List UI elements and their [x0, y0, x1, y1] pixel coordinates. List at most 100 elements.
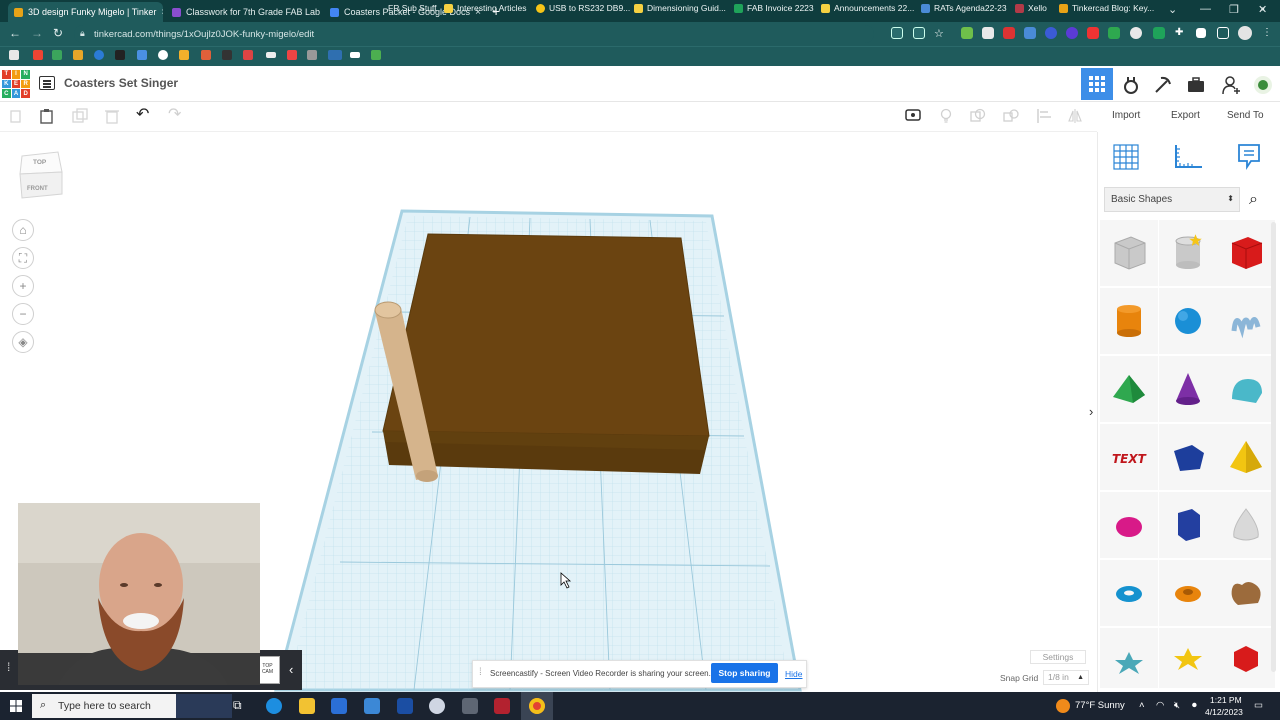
bookmark-tinkercad-blog[interactable]: Tinkercad Blog: Key...: [1059, 3, 1154, 13]
file-explorer-icon[interactable]: [299, 698, 315, 714]
profile-avatar[interactable]: [1238, 26, 1252, 40]
bookmark-fr-sub-stuff[interactable]: FR Sub Stuff: [388, 3, 437, 13]
bookmark-announcements[interactable]: Announcements 22...: [821, 3, 914, 13]
camera-icon[interactable]: [462, 698, 478, 714]
drag-handle-icon[interactable]: ⁞: [479, 667, 482, 678]
settings-button[interactable]: Settings: [1030, 650, 1086, 664]
shape-cone[interactable]: [1159, 356, 1217, 422]
bookmark-xello[interactable]: Xello: [1015, 3, 1047, 13]
shape-heart[interactable]: [1217, 560, 1275, 626]
restore-icon[interactable]: ❐: [1229, 3, 1239, 16]
delete-icon[interactable]: [104, 108, 120, 124]
bookmark-icon[interactable]: [179, 50, 189, 60]
extension-icon[interactable]: [1066, 27, 1078, 39]
export-button[interactable]: Export: [1171, 110, 1200, 121]
extension-icon[interactable]: [1045, 27, 1057, 39]
circuits-icon[interactable]: [1121, 75, 1141, 95]
undo-icon[interactable]: ↶: [136, 107, 152, 124]
send-to-button[interactable]: Send To: [1227, 110, 1264, 121]
user-avatar-icon[interactable]: [1253, 75, 1273, 95]
store-icon[interactable]: [331, 698, 347, 714]
extension-icon[interactable]: [1130, 27, 1142, 39]
snap-grid-select[interactable]: 1/8 in ▲: [1043, 670, 1089, 685]
close-tab-icon[interactable]: ×: [161, 7, 163, 18]
bookmark-icon[interactable]: [137, 50, 147, 60]
chevron-down-icon[interactable]: ⌄: [1168, 3, 1177, 16]
shape-scribble[interactable]: [1217, 288, 1275, 354]
app-icon[interactable]: [494, 698, 510, 714]
bookmark-icon[interactable]: [73, 50, 83, 60]
add-user-icon[interactable]: [1221, 75, 1241, 95]
perspective-icon[interactable]: ◈: [12, 331, 34, 353]
extension-icon[interactable]: [982, 27, 994, 39]
align-icon[interactable]: [1036, 108, 1052, 124]
collapse-webcam-icon[interactable]: ‹: [289, 662, 293, 677]
bookmark-icon[interactable]: [33, 50, 43, 60]
search-icon[interactable]: ⌕: [1249, 191, 1258, 209]
ruler-icon[interactable]: [1172, 143, 1204, 171]
bookmark-icon[interactable]: [243, 50, 253, 60]
bookmark-icon[interactable]: [307, 50, 317, 60]
ungroup-icon[interactable]: [1003, 108, 1019, 124]
zoom-in-icon[interactable]: +: [12, 275, 34, 297]
more-menu-icon[interactable]: ⋮: [1262, 27, 1274, 39]
vscode-icon[interactable]: [397, 698, 413, 714]
weather-text[interactable]: 77°F Sunny: [1075, 700, 1125, 711]
shape-tube[interactable]: [1159, 560, 1217, 626]
drag-handle-icon[interactable]: ⁞: [7, 660, 10, 674]
bookmark-icon[interactable]: [115, 50, 125, 60]
panel-scrollbar[interactable]: [1271, 222, 1276, 672]
shape-icosahedron[interactable]: [1217, 628, 1275, 688]
shape-paraboloid[interactable]: [1217, 492, 1275, 558]
install-icon[interactable]: [891, 27, 903, 39]
bookmark-icon[interactable]: [158, 50, 168, 60]
extension-icon[interactable]: [1153, 27, 1165, 39]
clock-time[interactable]: 1:21 PM: [1210, 695, 1242, 705]
shape-library-select[interactable]: Basic Shapes ⬍: [1104, 187, 1240, 212]
shape-torus[interactable]: [1100, 560, 1158, 626]
shape-roof[interactable]: [1100, 356, 1158, 422]
task-view-icon[interactable]: ⧉: [233, 698, 242, 713]
clock-date[interactable]: 4/12/2023: [1205, 707, 1243, 717]
view-cube[interactable]: [18, 148, 66, 202]
extension-icon[interactable]: [1087, 27, 1099, 39]
pickaxe-icon[interactable]: [1153, 75, 1173, 95]
extension-icon[interactable]: [1108, 27, 1120, 39]
shape-cylinder[interactable]: [1100, 288, 1158, 354]
bookmark-icon[interactable]: [371, 50, 381, 60]
shape-half-sphere[interactable]: [1100, 492, 1158, 558]
bookmark-dimensioning[interactable]: Dimensioning Guid...: [634, 3, 726, 13]
bookmarks-overflow-icon[interactable]: »: [1260, 3, 1265, 13]
stop-sharing-button[interactable]: Stop sharing: [711, 663, 778, 683]
bookmark-icon[interactable]: [201, 50, 211, 60]
apps-icon[interactable]: [9, 50, 19, 60]
hide-link[interactable]: Hide: [785, 669, 802, 679]
reload-icon[interactable]: ↻: [53, 26, 63, 40]
notes-icon[interactable]: [905, 108, 921, 124]
shape-hexagonal-prism[interactable]: [1159, 492, 1217, 558]
puzzle-icon[interactable]: ✚: [1175, 27, 1187, 39]
3d-view-button[interactable]: [1081, 68, 1113, 100]
share-icon[interactable]: [913, 27, 925, 39]
bookmark-interesting-articles[interactable]: Interesting Articles: [444, 3, 526, 13]
bookmark-icon[interactable]: [222, 50, 232, 60]
extension-icon[interactable]: [1003, 27, 1015, 39]
sidepanel-icon[interactable]: [1196, 28, 1206, 38]
tab-tinkercad[interactable]: 3D design Funky Migelo | Tinker ×: [8, 2, 163, 22]
duplicate-icon[interactable]: [72, 108, 88, 124]
bookmark-icon[interactable]: [328, 50, 342, 60]
bookmark-icon[interactable]: [350, 52, 360, 58]
weather-sun-icon[interactable]: [1056, 699, 1070, 713]
bookmark-rats-agenda[interactable]: RATs Agenda22-23: [921, 3, 1007, 13]
forward-arrow-icon[interactable]: →: [31, 26, 43, 40]
home-view-icon[interactable]: ⌂: [12, 219, 34, 241]
copy-icon[interactable]: [8, 108, 24, 124]
url-field[interactable]: 🔒︎ tinkercad.com/things/1xOujlz0JOK-funk…: [74, 25, 874, 43]
design-title[interactable]: Coasters Set Singer: [64, 76, 178, 90]
extension-icon[interactable]: [961, 27, 973, 39]
wifi-icon[interactable]: ◠: [1156, 700, 1164, 711]
workplane-icon[interactable]: [1112, 143, 1140, 171]
notes-panel-icon[interactable]: [1236, 142, 1262, 172]
redo-icon[interactable]: ↷: [168, 107, 184, 124]
tinkercad-logo[interactable]: TIN KER CAD: [2, 70, 30, 98]
